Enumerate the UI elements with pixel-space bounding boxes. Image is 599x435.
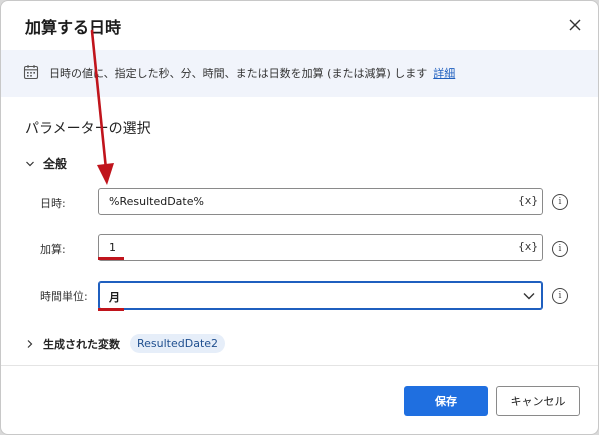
variable-picker-button[interactable]: {x} bbox=[518, 240, 538, 253]
time-unit-label: 時間単位: bbox=[40, 290, 88, 303]
chevron-right-icon bbox=[27, 339, 33, 348]
details-link[interactable]: 詳細 bbox=[433, 67, 455, 80]
add-to-datetime-dialog: 加算する日時 日時の値に、指定した秒、分、時間、または日数を加算 (または減算)… bbox=[0, 0, 599, 435]
close-button[interactable] bbox=[563, 13, 587, 37]
info-text: 日時の値に、指定した秒、分、時間、または日数を加算 (または減算) します 詳細 bbox=[49, 65, 455, 81]
produced-variables-toggle[interactable]: 生成された変数 ResultedDate2 bbox=[25, 334, 226, 353]
footer-divider bbox=[1, 365, 598, 366]
chevron-down-icon bbox=[26, 161, 34, 166]
time-unit-value: 月 bbox=[109, 291, 120, 304]
calendar-icon bbox=[23, 65, 39, 80]
general-group-label: 全般 bbox=[43, 157, 68, 171]
datetime-input[interactable]: %ResultedDate% {x} bbox=[98, 188, 543, 215]
parameters-heading: パラメーターの選択 bbox=[25, 121, 151, 137]
general-group-toggle[interactable]: 全般 bbox=[25, 155, 67, 172]
produced-variables-label: 生成された変数 bbox=[43, 337, 120, 351]
cancel-button[interactable]: キャンセル bbox=[496, 386, 580, 416]
add-amount-value: 1 bbox=[109, 241, 116, 254]
info-banner: 日時の値に、指定した秒、分、時間、または日数を加算 (または減算) します 詳細 bbox=[1, 50, 598, 97]
chevron-down-icon bbox=[523, 293, 535, 300]
close-icon bbox=[569, 19, 581, 31]
annotation-underline bbox=[98, 257, 124, 260]
annotation-underline bbox=[98, 308, 124, 311]
variable-picker-button[interactable]: {x} bbox=[518, 194, 538, 207]
time-unit-select[interactable]: 月 bbox=[98, 281, 543, 310]
datetime-value: %ResultedDate% bbox=[109, 195, 204, 208]
add-amount-label: 加算: bbox=[40, 243, 66, 256]
time-unit-help-icon[interactable]: i bbox=[552, 288, 568, 304]
add-amount-input[interactable]: 1 {x} bbox=[98, 234, 543, 261]
dialog-title: 加算する日時 bbox=[25, 18, 122, 37]
datetime-label: 日時: bbox=[40, 197, 66, 210]
info-description: 日時の値に、指定した秒、分、時間、または日数を加算 (または減算) します bbox=[49, 67, 428, 80]
variable-pill[interactable]: ResultedDate2 bbox=[130, 334, 226, 353]
add-amount-help-icon[interactable]: i bbox=[552, 241, 568, 257]
save-button[interactable]: 保存 bbox=[404, 386, 488, 416]
datetime-help-icon[interactable]: i bbox=[552, 194, 568, 210]
